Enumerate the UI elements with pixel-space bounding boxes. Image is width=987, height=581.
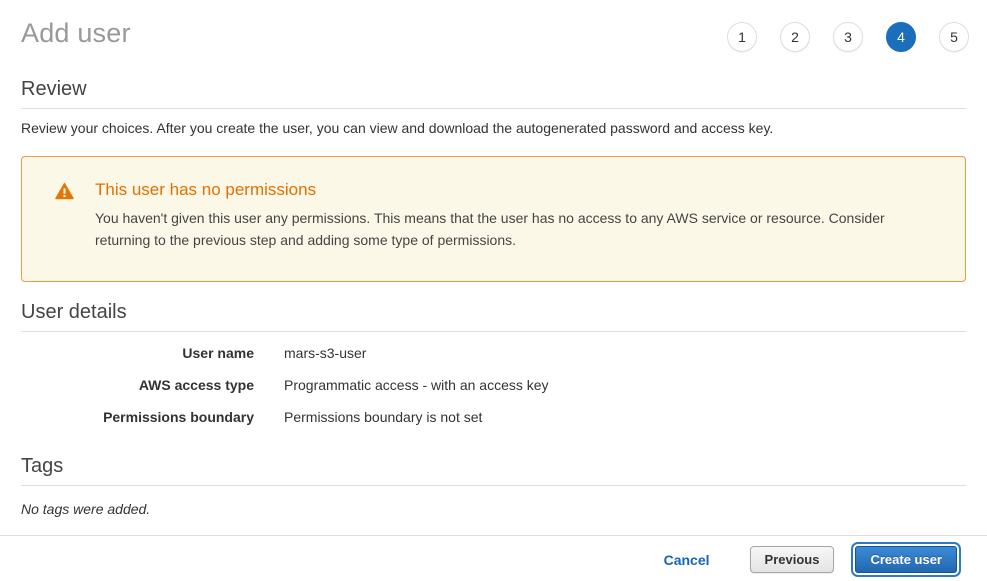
detail-row-user-name: User name mars-s3-user (21, 345, 966, 361)
add-user-wizard-page: Add user 1 2 3 4 5 Review Review your ch… (0, 0, 987, 581)
create-user-button[interactable]: Create user (855, 546, 957, 573)
user-details-heading: User details (21, 301, 966, 332)
review-section: Review Review your choices. After you cr… (21, 78, 966, 136)
detail-value: Programmatic access - with an access key (284, 377, 549, 393)
tags-empty-message: No tags were added. (21, 501, 966, 517)
detail-label: AWS access type (21, 377, 254, 393)
no-permissions-warning: This user has no permissions You haven't… (21, 156, 966, 282)
page-title: Add user (21, 16, 131, 49)
tags-section: Tags No tags were added. (21, 455, 966, 517)
wizard-content: Review Review your choices. After you cr… (0, 78, 987, 517)
detail-value: Permissions boundary is not set (284, 409, 482, 425)
user-details-rows: User name mars-s3-user AWS access type P… (21, 345, 966, 425)
tags-heading: Tags (21, 455, 966, 486)
wizard-header: Add user 1 2 3 4 5 (0, 0, 987, 78)
step-3[interactable]: 3 (833, 22, 863, 52)
detail-label: User name (21, 345, 254, 361)
step-indicator: 1 2 3 4 5 (727, 16, 969, 52)
warning-title: This user has no permissions (95, 180, 935, 200)
wizard-footer: Cancel Previous Create user (0, 535, 987, 573)
warning-body: You haven't given this user any permissi… (95, 207, 935, 251)
detail-row-permissions-boundary: Permissions boundary Permissions boundar… (21, 409, 966, 425)
step-2[interactable]: 2 (780, 22, 810, 52)
step-4[interactable]: 4 (886, 22, 916, 52)
detail-row-access-type: AWS access type Programmatic access - wi… (21, 377, 966, 393)
step-5[interactable]: 5 (939, 22, 969, 52)
review-heading: Review (21, 78, 966, 109)
cancel-link[interactable]: Cancel (664, 552, 710, 568)
warning-text-block: This user has no permissions You haven't… (95, 180, 935, 251)
user-details-section: User details User name mars-s3-user AWS … (21, 301, 966, 425)
review-description: Review your choices. After you create th… (21, 120, 966, 136)
warning-triangle-icon (55, 183, 74, 200)
detail-value: mars-s3-user (284, 345, 366, 361)
previous-button[interactable]: Previous (750, 546, 835, 573)
step-1[interactable]: 1 (727, 22, 757, 52)
detail-label: Permissions boundary (21, 409, 254, 425)
